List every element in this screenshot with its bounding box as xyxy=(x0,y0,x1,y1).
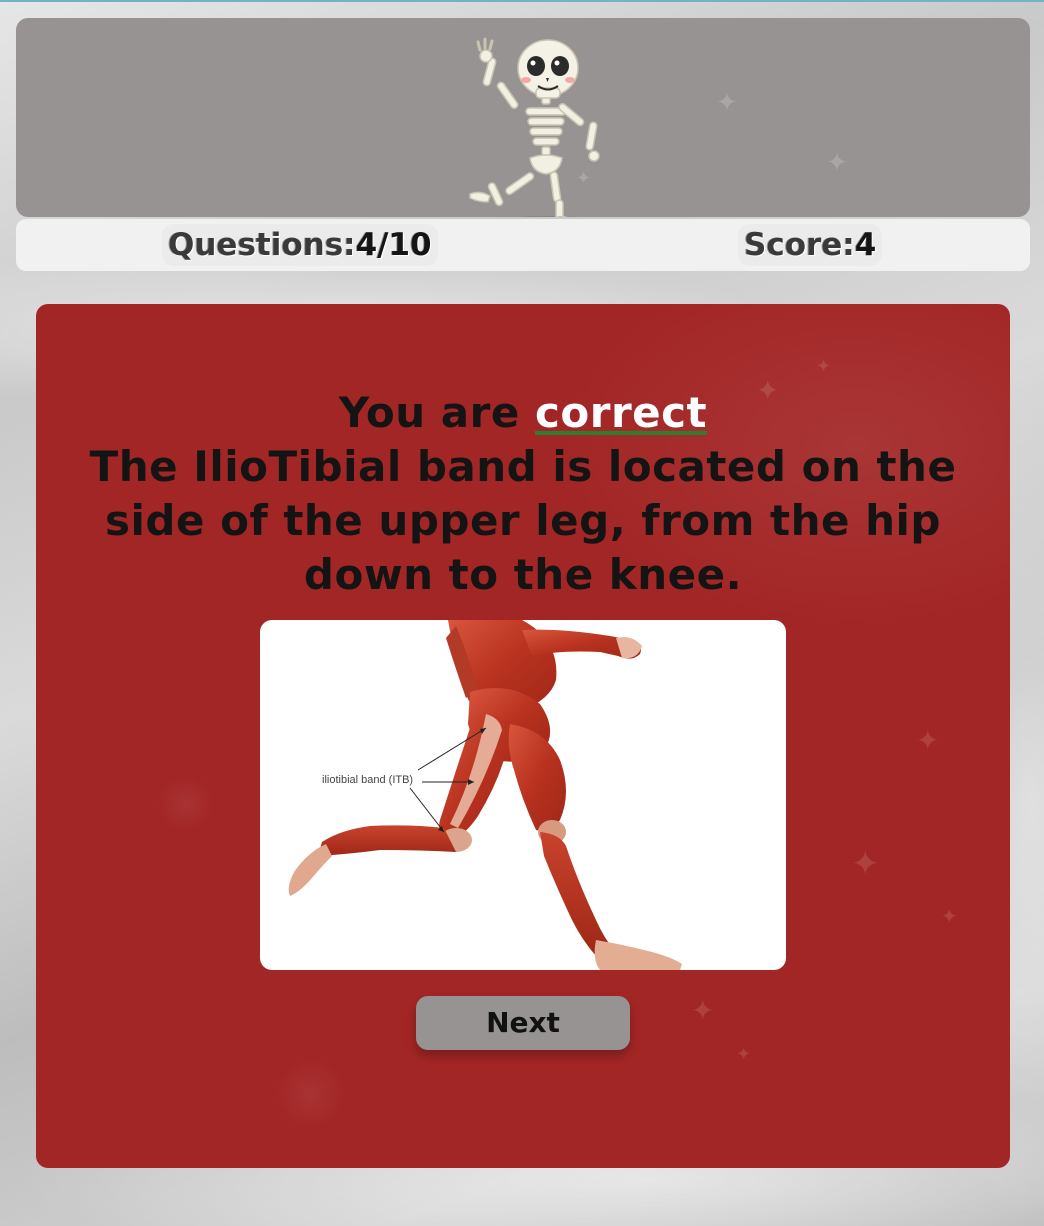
sparkle-icon: ✦ xyxy=(941,904,958,928)
itb-label: iliotibial band (ITB) xyxy=(322,774,414,786)
feedback-prefix: You are xyxy=(338,388,535,437)
top-accent-line xyxy=(0,0,1044,2)
sparkle-icon: ✦ xyxy=(851,844,880,884)
dancing-skeleton-icon xyxy=(469,37,600,217)
question-counter: Questions:4/10 xyxy=(162,224,438,266)
sparkle-icon: ✦ xyxy=(691,994,715,1027)
sparkle-icon: ✦ xyxy=(826,148,848,178)
score-counter: Score:4 xyxy=(738,224,883,266)
anatomy-illustration: iliotibial band (ITB) xyxy=(260,620,786,970)
running-leg-muscle-anatomy xyxy=(288,620,682,970)
feedback-card: ✦ ✦ ✦ ✦ ✦ ✦ ✦ You are correct The IlioTi… xyxy=(36,304,1010,1168)
questions-value: 4/10 xyxy=(355,227,432,263)
stats-bar: Questions:4/10 Score:4 xyxy=(16,219,1030,271)
sparkle-icon: ✦ xyxy=(816,356,832,377)
sparkle-icon: ✦ xyxy=(736,1044,752,1065)
score-value: 4 xyxy=(854,227,877,263)
verdict-word: correct xyxy=(534,388,708,437)
header-banner: ✦ ✦ ✦ xyxy=(16,18,1030,217)
next-button[interactable]: Next xyxy=(416,996,630,1050)
questions-label: Questions: xyxy=(168,227,356,263)
feedback-message: You are correct The IlioTibial band is l… xyxy=(76,386,970,602)
sparkle-icon: ✦ xyxy=(716,88,738,118)
feedback-explanation: The IlioTibial band is located on the si… xyxy=(89,442,957,599)
sparkle-icon: ✦ xyxy=(916,724,940,757)
score-label: Score: xyxy=(744,227,855,263)
